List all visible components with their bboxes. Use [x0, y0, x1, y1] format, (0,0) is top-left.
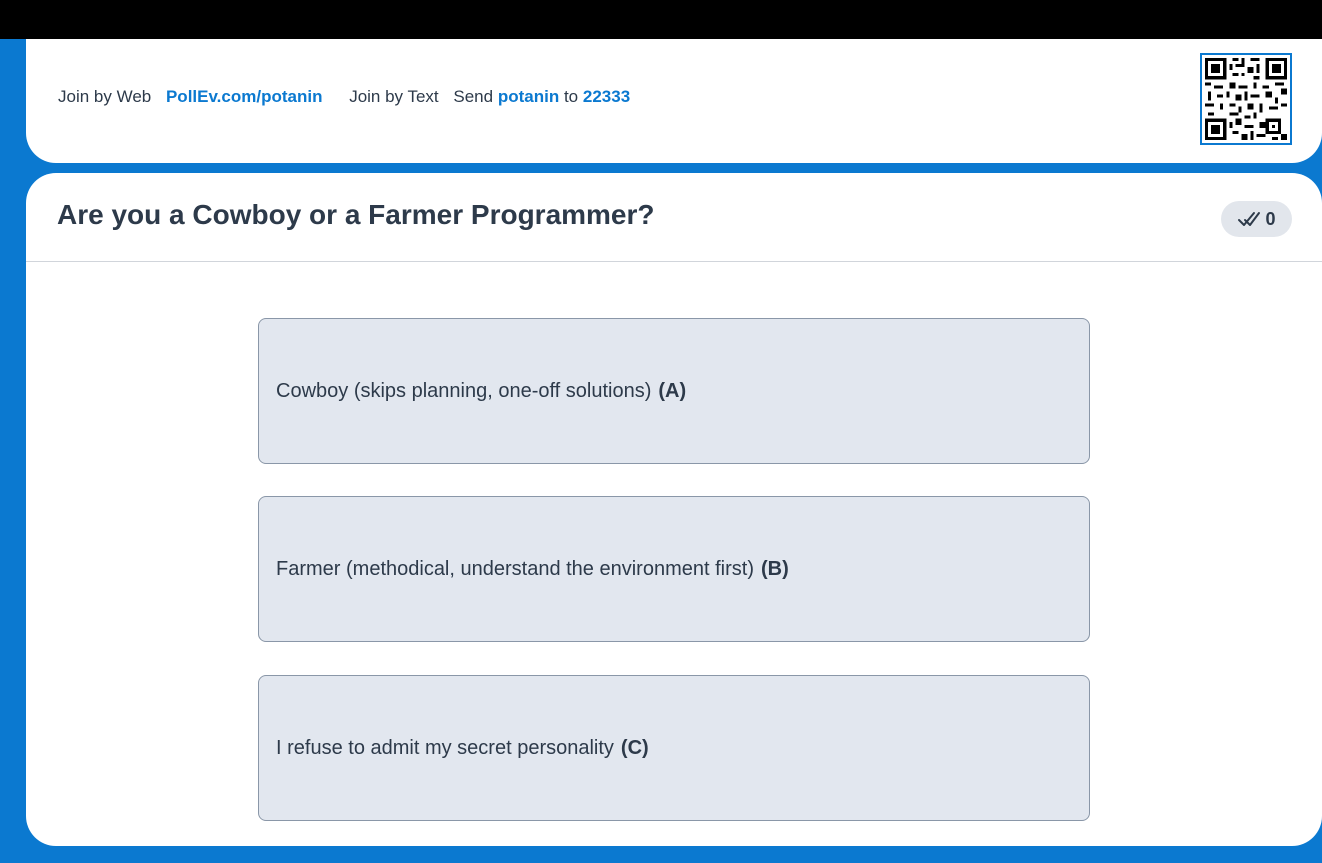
- to-label: to: [563, 87, 579, 106]
- option-letter: (A): [658, 379, 687, 402]
- double-check-icon: [1238, 212, 1261, 226]
- poll-title-row: Are you a Cowboy or a Farmer Programmer?…: [26, 173, 1322, 262]
- option-text: Farmer (methodical, understand the envir…: [276, 557, 754, 580]
- qr-code-icon: [1200, 53, 1292, 145]
- option-letter: (B): [760, 557, 789, 580]
- join-header: Join by Web PollEv.com/potanin Join by T…: [26, 39, 1322, 163]
- poll-card: Are you a Cowboy or a Farmer Programmer?…: [26, 173, 1322, 846]
- top-black-bar: [0, 0, 1322, 39]
- join-text-label: Join by Text: [349, 87, 439, 106]
- join-web-link[interactable]: PollEv.com/potanin: [166, 87, 322, 106]
- poll-title: Are you a Cowboy or a Farmer Programmer?: [57, 199, 655, 230]
- join-instructions: Join by Web PollEv.com/potanin Join by T…: [58, 87, 630, 107]
- poll-option-a[interactable]: Cowboy (skips planning, one-off solution…: [258, 318, 1090, 464]
- poll-option-b[interactable]: Farmer (methodical, understand the envir…: [258, 496, 1090, 642]
- option-text: Cowboy (skips planning, one-off solution…: [276, 379, 652, 402]
- response-count-badge: 0: [1221, 201, 1292, 237]
- response-count: 0: [1265, 208, 1276, 229]
- send-label: Send: [453, 87, 494, 106]
- join-number: 22333: [582, 87, 631, 106]
- join-web-label: Join by Web: [58, 87, 152, 106]
- left-blue-border: [0, 39, 10, 863]
- option-letter: (C): [620, 736, 649, 759]
- poll-option-c[interactable]: I refuse to admit my secret personality …: [258, 675, 1090, 821]
- option-text: I refuse to admit my secret personality: [276, 736, 614, 759]
- join-keyword: potanin: [497, 87, 560, 106]
